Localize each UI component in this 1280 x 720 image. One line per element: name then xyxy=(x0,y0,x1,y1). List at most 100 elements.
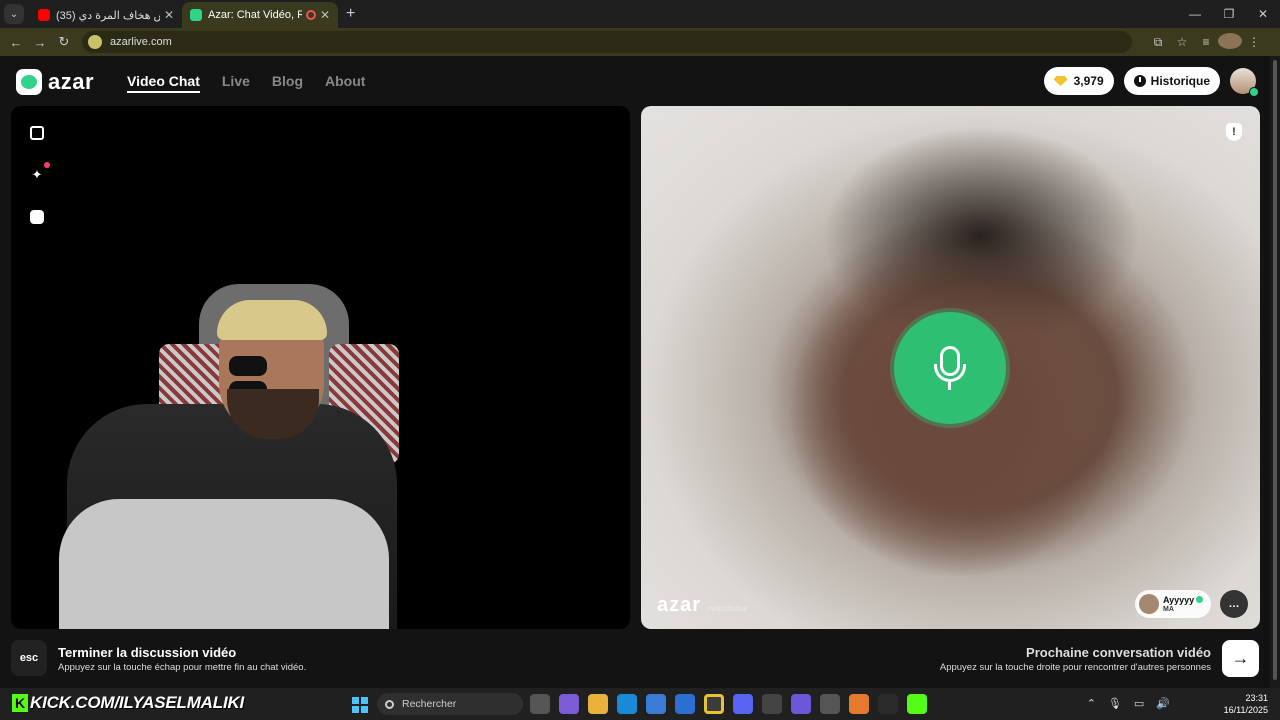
azar-logo[interactable]: azar xyxy=(16,69,94,95)
tab-azar[interactable]: Azar: Chat Vidéo, Rencontre ✕ xyxy=(182,2,338,28)
notification-dot xyxy=(44,162,50,168)
recording-icon xyxy=(305,10,316,20)
esc-button[interactable]: esc xyxy=(11,640,47,676)
watermark-code: YW91ODuGad xyxy=(707,607,748,613)
display-icon[interactable]: ▭ xyxy=(1134,697,1144,710)
taskbar-clock[interactable]: 23:31 16/11/2025 xyxy=(1224,692,1268,716)
store-icon[interactable] xyxy=(646,694,666,714)
profile-avatar[interactable] xyxy=(1218,32,1242,52)
nav-blog[interactable]: Blog xyxy=(272,73,303,93)
url-text: azarlive.com xyxy=(110,36,172,48)
peer-country: MA xyxy=(1163,606,1174,613)
nav-live[interactable]: Live xyxy=(222,73,250,93)
close-window-button[interactable]: ✕ xyxy=(1246,0,1280,28)
reload-icon[interactable]: ↻ xyxy=(52,34,76,50)
reading-list-icon[interactable]: ≡ xyxy=(1194,35,1218,49)
video-side-tools: ✦ xyxy=(30,126,50,224)
address-bar-row: ← → ↻ azarlive.com ⧉ ☆ ≡ ⋮ xyxy=(0,28,1280,56)
online-badge xyxy=(1249,87,1259,97)
tab-youtube[interactable]: (35) أغنية أنا مش هخاف المرة دي ✕ xyxy=(30,2,182,28)
watermark-brand: azar xyxy=(657,594,702,616)
face-filter-icon[interactable] xyxy=(30,210,44,224)
search-icon xyxy=(385,699,394,709)
close-tab-icon[interactable]: ✕ xyxy=(164,8,174,22)
search-placeholder: Rechercher xyxy=(402,698,457,710)
verified-icon xyxy=(1196,596,1204,603)
new-tab-button[interactable]: + xyxy=(346,5,355,23)
forward-icon[interactable]: → xyxy=(28,35,52,50)
windows-taskbar: K KICK.COM/ILYASELMALIKI Rechercher ⌃ 🎙 … xyxy=(0,688,1280,720)
close-tab-icon[interactable]: ✕ xyxy=(320,8,330,22)
discord-icon[interactable] xyxy=(733,694,753,714)
photos-icon[interactable] xyxy=(762,694,782,714)
site-header: azar Video Chat Live Blog About 3,979 Hi… xyxy=(0,56,1270,106)
chevron-up-icon[interactable]: ⌃ xyxy=(1087,697,1096,710)
back-icon[interactable]: ← xyxy=(4,35,28,50)
window-controls: — ❐ ✕ xyxy=(1178,0,1280,28)
sparkle-effects-icon[interactable]: ✦ xyxy=(30,162,50,182)
obs-icon[interactable] xyxy=(878,694,898,714)
minimize-button[interactable]: — xyxy=(1178,0,1212,28)
end-chat-title: Terminer la discussion vidéo xyxy=(58,645,237,660)
peer-name: Ayyyyy xyxy=(1163,595,1195,605)
taskbar-search[interactable]: Rechercher xyxy=(377,693,523,715)
user-avatar[interactable] xyxy=(1230,68,1259,97)
bookmark-star-icon[interactable]: ☆ xyxy=(1170,35,1194,49)
kick-app-icon[interactable] xyxy=(907,694,927,714)
edge-icon[interactable] xyxy=(617,694,637,714)
kick-overlay-text: KICK.COM/ILYASELMALIKI xyxy=(30,693,245,712)
taskbar-apps xyxy=(530,694,927,714)
logo-text: azar xyxy=(48,69,95,94)
page-scrollbar[interactable] xyxy=(1270,56,1280,688)
azar-app: azar Video Chat Live Blog About 3,979 Hi… xyxy=(0,56,1270,688)
nav-video-chat[interactable]: Video Chat xyxy=(127,73,200,93)
restore-button[interactable]: ❐ xyxy=(1212,0,1246,28)
history-button[interactable]: Historique xyxy=(1123,67,1220,95)
volume-icon[interactable]: 🔊 xyxy=(1156,697,1170,710)
gems-button[interactable]: 3,979 xyxy=(1043,67,1114,95)
end-chat-subtitle: Appuyez sur la touche échap pour mettre … xyxy=(58,662,307,673)
system-tray: ⌃ 🎙 ▭ 🔊 xyxy=(1087,697,1170,710)
copilot-icon[interactable] xyxy=(559,694,579,714)
game-controller-icon[interactable] xyxy=(791,694,811,714)
gem-icon xyxy=(1053,76,1068,86)
clock-time: 23:31 xyxy=(1245,693,1268,703)
task-view-icon[interactable] xyxy=(530,694,550,714)
local-user-video xyxy=(59,284,409,629)
header-actions: 3,979 Historique xyxy=(1043,67,1259,97)
video-watermark: azar YW91ODuGad xyxy=(657,594,747,617)
kick-logo-icon: K xyxy=(12,694,28,712)
remote-video-panel: ! azar YW91ODuGad Ayyyyy MA xyxy=(641,106,1260,629)
site-info-icon[interactable] xyxy=(88,35,102,49)
peer-profile-chip[interactable]: Ayyyyy MA xyxy=(1135,590,1211,618)
report-shield-icon[interactable]: ! xyxy=(1226,123,1242,141)
browser-toolbar: ⧉ ☆ ≡ ⋮ xyxy=(1146,32,1266,52)
local-video-panel: ✦ xyxy=(11,106,630,629)
youtube-icon xyxy=(38,9,50,21)
browser-tab-bar: ⌄ (35) أغنية أنا مش هخاف المرة دي ✕ Azar… xyxy=(0,0,1280,28)
microphone-icon[interactable]: 🎙 xyxy=(1108,697,1122,710)
file-explorer-icon[interactable] xyxy=(588,694,608,714)
tab-search-button[interactable]: ⌄ xyxy=(4,4,24,24)
tab-title: (35) أغنية أنا مش هخاف المرة دي xyxy=(56,9,160,22)
windows-start-icon[interactable] xyxy=(352,697,368,713)
url-bar[interactable]: azarlive.com xyxy=(82,31,1132,53)
chat-bubble-icon[interactable] xyxy=(1220,590,1248,618)
gems-count: 3,979 xyxy=(1073,74,1104,88)
history-label: Historique xyxy=(1150,74,1210,88)
mic-indicator-icon xyxy=(894,312,1006,424)
menu-kebab-icon[interactable]: ⋮ xyxy=(1242,35,1266,49)
next-chat-subtitle: Appuyez sur la touche droite pour rencon… xyxy=(939,662,1211,673)
app-icon[interactable] xyxy=(849,694,869,714)
clock-icon xyxy=(1133,75,1146,87)
next-button[interactable]: → xyxy=(1222,640,1259,677)
clock-date: 16/11/2025 xyxy=(1223,705,1268,715)
install-app-icon[interactable]: ⧉ xyxy=(1146,35,1170,50)
chrome-icon[interactable] xyxy=(704,694,724,714)
steam-icon[interactable] xyxy=(820,694,840,714)
azar-favicon-icon xyxy=(190,9,202,21)
expand-icon[interactable] xyxy=(30,126,44,140)
main-nav: Video Chat Live Blog About xyxy=(127,73,365,93)
nav-about[interactable]: About xyxy=(325,73,365,93)
mail-icon[interactable] xyxy=(675,694,695,714)
